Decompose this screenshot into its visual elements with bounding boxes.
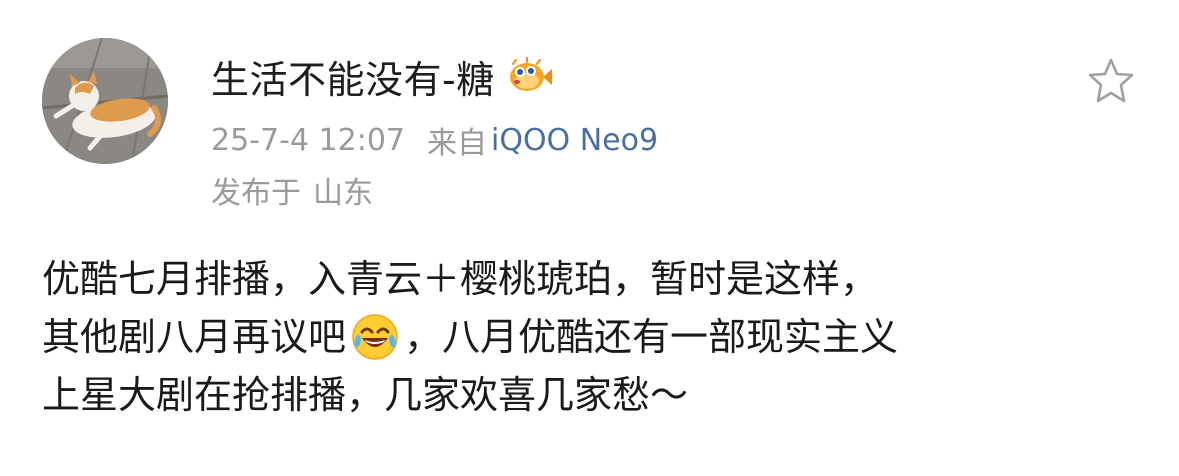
favorite-button[interactable] — [1084, 54, 1138, 108]
avatar[interactable] — [42, 38, 168, 164]
star-outline-icon — [1088, 58, 1134, 103]
username-row: 生活不能没有-糖 — [211, 48, 553, 104]
post-text-line-2b: ，八月优酷还有一部现实主义 — [404, 315, 899, 359]
location-prefix: 发布于 — [211, 176, 301, 211]
post-text-line-3: 上星大剧在抢排播，几家欢喜几家愁～ — [42, 373, 689, 417]
post-body: 优酷七月排播，入青云＋樱桃琥珀，暂时是这样， 其他剧八月再议吧 ，八月优酷还有一… — [42, 250, 1152, 424]
post-line-3: 上星大剧在抢排播，几家欢喜几家愁～ — [42, 366, 1152, 424]
location-row: 发布于 山东 — [211, 168, 373, 212]
username[interactable]: 生活不能没有-糖 — [211, 49, 495, 104]
post-header: 生活不能没有-糖 25-7-4 12:07 来自 iQOO Neo9 发布于 山… — [0, 0, 1179, 230]
timestamp: 25-7-4 12:07 — [211, 122, 405, 158]
location-value: 山东 — [313, 176, 373, 211]
meta-row: 25-7-4 12:07 来自 iQOO Neo9 — [211, 118, 658, 162]
source-prefix: 来自 — [427, 126, 487, 161]
source-device-link[interactable]: iQOO Neo9 — [491, 123, 658, 158]
post-line-2: 其他剧八月再议吧 ，八月优酷还有一部现实主义 — [42, 308, 1152, 366]
post-line-1: 优酷七月排播，入青云＋樱桃琥珀，暂时是这样， — [42, 250, 1152, 308]
laughing-tears-emoji-icon — [350, 312, 400, 362]
cat-avatar-image — [42, 38, 168, 164]
pufferfish-icon — [507, 56, 553, 96]
post-text-line-2a: 其他剧八月再议吧 — [42, 315, 347, 359]
post-text-line-1: 优酷七月排播，入青云＋樱桃琥珀，暂时是这样， — [42, 257, 879, 301]
